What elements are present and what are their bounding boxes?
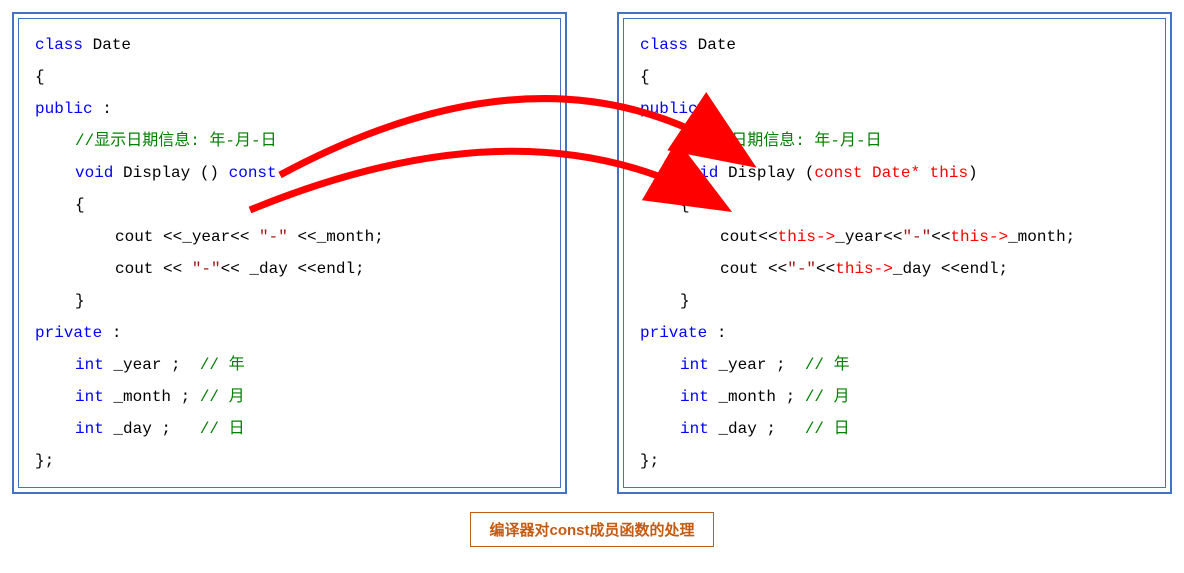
right-code: class Date { public : //显示日期信息: 年-月-日 vo… [623,18,1166,488]
member-year: _year ; [709,356,805,374]
comment-day: // 日 [805,420,850,438]
this-arrow: this-> [778,228,836,246]
keyword-void: void [680,164,718,182]
member-day: _day ; [709,420,805,438]
this-arrow: this-> [835,260,893,278]
comment-year: // 年 [805,356,850,374]
brace-close: }; [640,445,1149,477]
member-day: _day ; [104,420,200,438]
string-literal: "-" [259,228,288,246]
keyword-int: int [75,356,104,374]
brace-close: }; [35,445,544,477]
keyword-public: public [35,100,93,118]
comment-display: //显示日期信息: 年-月-日 [75,132,277,150]
member-month: _month ; [104,388,200,406]
const-this-param: const Date* this [814,164,968,182]
this-arrow: this-> [950,228,1008,246]
member-year: _year ; [104,356,200,374]
func-name: Display () [113,164,228,182]
code-cout: cout <<_year<< [115,228,259,246]
right-code-box: class Date { public : //显示日期信息: 年-月-日 vo… [617,12,1172,494]
brace-close: } [35,285,85,317]
code-cout: cout << [720,260,787,278]
comment-year: // 年 [200,356,245,374]
code-cout: cout << [115,260,192,278]
keyword-private: private [640,324,707,342]
caption-label: 编译器对const成员函数的处理 [470,512,713,547]
string-literal: "-" [902,228,931,246]
keyword-class: class [640,36,688,54]
keyword-int: int [680,388,709,406]
func-name: Display ( [718,164,814,182]
string-literal: "-" [192,260,221,278]
left-code-box: class Date { public : //显示日期信息: 年-月-日 vo… [12,12,567,494]
keyword-int: int [680,420,709,438]
keyword-class: class [35,36,83,54]
brace-open: { [35,189,85,221]
diagram-container: class Date { public : //显示日期信息: 年-月-日 vo… [12,12,1172,494]
keyword-private: private [35,324,102,342]
comment-day: // 日 [200,420,245,438]
string-literal: "-" [787,260,816,278]
member-month: _month ; [709,388,805,406]
class-name: Date [83,36,131,54]
brace-open: { [35,61,544,93]
left-code: class Date { public : //显示日期信息: 年-月-日 vo… [18,18,561,488]
keyword-public: public [640,100,698,118]
brace-open: { [640,189,690,221]
keyword-int: int [75,388,104,406]
comment-month: // 月 [200,388,245,406]
brace-open: { [640,61,1149,93]
keyword-int: int [75,420,104,438]
comment-month: // 月 [805,388,850,406]
code-cout: cout<< [720,228,778,246]
brace-close: } [640,285,690,317]
class-name: Date [688,36,736,54]
keyword-int: int [680,356,709,374]
keyword-void: void [75,164,113,182]
keyword-const: const [229,164,277,182]
comment-display: //显示日期信息: 年-月-日 [680,132,882,150]
